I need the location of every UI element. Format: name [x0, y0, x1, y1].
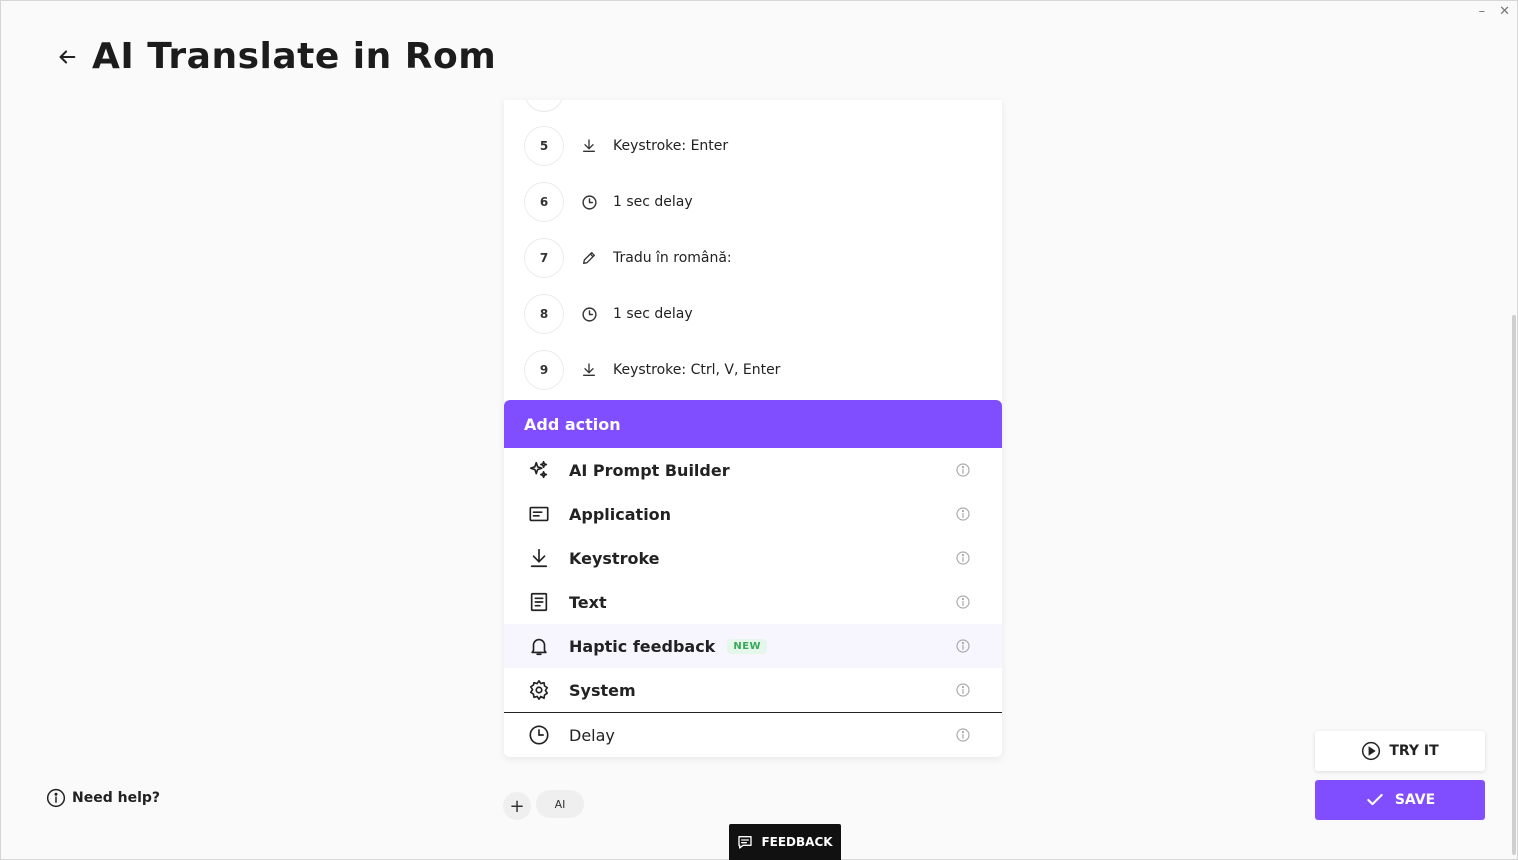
action-label: Delay — [569, 725, 615, 745]
play-icon — [1362, 741, 1381, 761]
info-icon[interactable] — [955, 506, 971, 522]
window-controls: – ✕ — [1479, 4, 1510, 19]
clock-icon — [579, 192, 599, 212]
step-number: 5 — [524, 126, 564, 166]
info-icon[interactable] — [955, 550, 971, 566]
info-icon[interactable] — [955, 594, 971, 610]
step-row[interactable]: 5 Keystroke: Enter — [504, 118, 1002, 174]
need-help-label: Need help? — [72, 790, 161, 806]
page-header: AI Translate in Rom — [54, 36, 496, 77]
download-icon — [527, 546, 551, 570]
action-system[interactable]: System — [504, 668, 1002, 712]
ai-button[interactable]: AI — [536, 790, 584, 818]
step-number-partial — [524, 100, 564, 112]
feedback-label: FEEDBACK — [761, 835, 833, 849]
step-number: 6 — [524, 182, 564, 222]
clock-icon — [527, 723, 551, 747]
check-icon — [1367, 793, 1383, 806]
step-number: 8 — [524, 294, 564, 334]
step-number: 7 — [524, 238, 564, 278]
bell-icon — [527, 634, 551, 658]
macro-panel: 5 Keystroke: Enter 6 1 sec delay 7 Tradu… — [504, 100, 1002, 757]
application-icon — [527, 502, 551, 526]
download-icon — [579, 360, 599, 380]
step-label: Tradu în română: — [613, 250, 732, 266]
back-button[interactable] — [54, 44, 80, 70]
step-number: 9 — [524, 350, 564, 390]
try-it-button[interactable]: TRY IT — [1315, 731, 1485, 771]
info-icon[interactable] — [955, 727, 971, 743]
action-delay[interactable]: Delay — [504, 712, 1002, 757]
action-ai-prompt-builder[interactable]: AI Prompt Builder — [504, 448, 1002, 492]
action-label: Text — [569, 592, 607, 612]
minimize-button[interactable]: – — [1479, 4, 1486, 19]
clock-icon — [579, 304, 599, 324]
step-label: 1 sec delay — [613, 306, 693, 322]
gear-icon — [527, 678, 551, 702]
step-label: Keystroke: Ctrl, V, Enter — [613, 362, 781, 378]
steps-list: 5 Keystroke: Enter 6 1 sec delay 7 Tradu… — [504, 118, 1002, 398]
info-icon[interactable] — [955, 462, 971, 478]
action-label: AI Prompt Builder — [569, 460, 730, 480]
action-label: Keystroke — [569, 548, 660, 568]
close-button[interactable]: ✕ — [1499, 4, 1510, 19]
action-haptic-feedback[interactable]: Haptic feedback NEW — [504, 624, 1002, 668]
pencil-icon — [579, 248, 599, 268]
action-label: Haptic feedback — [569, 636, 716, 656]
step-label: 1 sec delay — [613, 194, 693, 210]
action-label: Application — [569, 504, 672, 524]
need-help-link[interactable]: Need help? — [46, 788, 160, 808]
sparkle-icon — [527, 458, 551, 482]
add-step-button[interactable]: + — [503, 792, 531, 820]
document-icon — [527, 590, 551, 614]
action-list: AI Prompt Builder Application Keystroke … — [504, 448, 1002, 757]
chat-icon — [738, 836, 753, 849]
step-row[interactable]: 7 Tradu în română: — [504, 230, 1002, 286]
save-label: SAVE — [1394, 792, 1436, 808]
try-it-label: TRY IT — [1389, 743, 1439, 759]
info-icon — [46, 788, 66, 808]
action-application[interactable]: Application — [504, 492, 1002, 536]
new-badge: NEW — [727, 638, 768, 654]
step-row[interactable]: 9 Keystroke: Ctrl, V, Enter — [504, 342, 1002, 398]
page-title: AI Translate in Rom — [92, 36, 497, 77]
info-icon[interactable] — [955, 638, 971, 654]
info-icon[interactable] — [955, 682, 971, 698]
action-text[interactable]: Text — [504, 580, 1002, 624]
action-keystroke[interactable]: Keystroke — [504, 536, 1002, 580]
save-button[interactable]: SAVE — [1315, 780, 1485, 820]
step-row[interactable]: 8 1 sec delay — [504, 286, 1002, 342]
feedback-button[interactable]: FEEDBACK — [729, 824, 841, 860]
arrow-left-icon — [59, 49, 76, 64]
action-label: System — [569, 680, 636, 700]
scrollbar[interactable] — [1512, 315, 1516, 855]
step-label: Keystroke: Enter — [613, 138, 729, 154]
add-action-header: Add action — [504, 400, 1002, 448]
download-icon — [579, 136, 599, 156]
step-row[interactable]: 6 1 sec delay — [504, 174, 1002, 230]
